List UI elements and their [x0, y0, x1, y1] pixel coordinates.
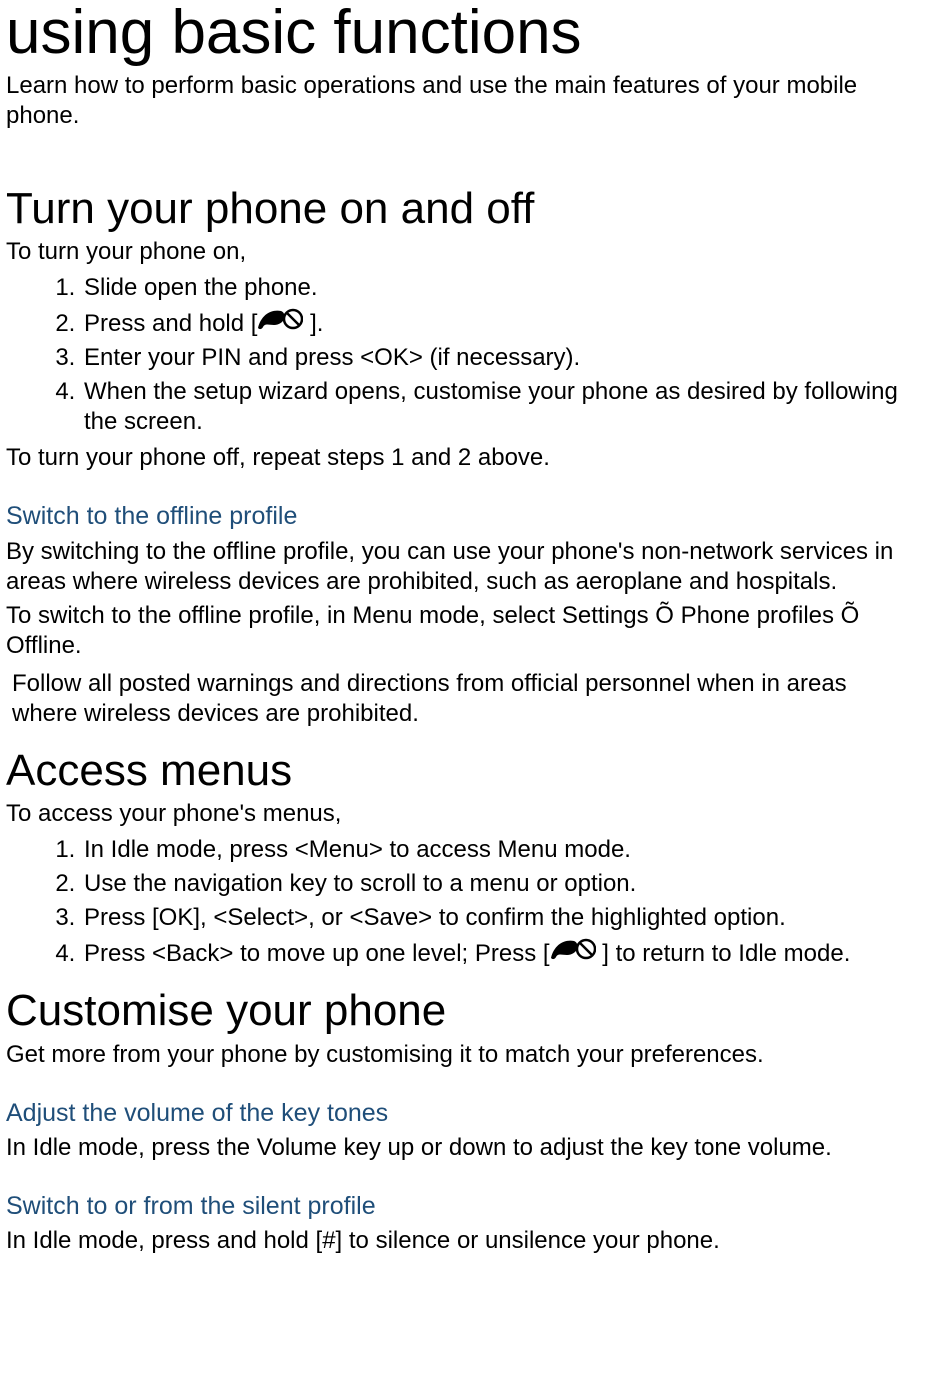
access-step-3: Press [OK], <Select>, or <Save> to confi…	[82, 903, 924, 933]
step-2: Press and hold [ ].	[82, 307, 924, 339]
step-2-post: ].	[303, 310, 323, 337]
access-step-2: Use the navigation key to scroll to a me…	[82, 869, 924, 899]
section-access-menus: Access menus	[6, 747, 924, 795]
step-4: When the setup wizard opens, customise y…	[82, 377, 924, 437]
access-lead: To access your phone's menus,	[6, 799, 924, 829]
end-call-key-icon	[550, 937, 596, 965]
turn-off-text: To turn your phone off, repeat steps 1 a…	[6, 443, 924, 473]
step-2-pre: Press and hold [	[84, 310, 257, 337]
offline-note: Follow all posted warnings and direction…	[12, 669, 914, 729]
step-1: Slide open the phone.	[82, 273, 924, 303]
intro-text: Learn how to perform basic operations an…	[6, 71, 924, 131]
step-3: Enter your PIN and press <OK> (if necess…	[82, 343, 924, 373]
volume-text: In Idle mode, press the Volume key up or…	[6, 1133, 924, 1163]
page-title: using basic functions	[6, 0, 924, 65]
access-step-4-pre: Press <Back> to move up one level; Press…	[84, 940, 550, 967]
access-step-1: In Idle mode, press <Menu> to access Men…	[82, 835, 924, 865]
customise-lead: Get more from your phone by customising …	[6, 1040, 924, 1070]
subheading-volume: Adjust the volume of the key tones	[6, 1098, 924, 1129]
end-call-key-icon	[257, 307, 303, 335]
subheading-silent: Switch to or from the silent profile	[6, 1191, 924, 1222]
access-steps: In Idle mode, press <Menu> to access Men…	[6, 835, 924, 969]
turn-on-steps: Slide open the phone. Press and hold [ ]…	[6, 273, 924, 437]
silent-text: In Idle mode, press and hold [#] to sile…	[6, 1226, 924, 1256]
turn-on-lead: To turn your phone on,	[6, 237, 924, 267]
section-turn-on-off: Turn your phone on and off	[6, 185, 924, 233]
offline-p1: By switching to the offline profile, you…	[6, 537, 924, 597]
access-step-4-post: ] to return to Idle mode.	[596, 940, 851, 967]
subheading-offline: Switch to the offline profile	[6, 501, 924, 532]
offline-p2: To switch to the offline profile, in Men…	[6, 601, 924, 661]
section-customise: Customise your phone	[6, 987, 924, 1035]
access-step-4: Press <Back> to move up one level; Press…	[82, 937, 924, 969]
